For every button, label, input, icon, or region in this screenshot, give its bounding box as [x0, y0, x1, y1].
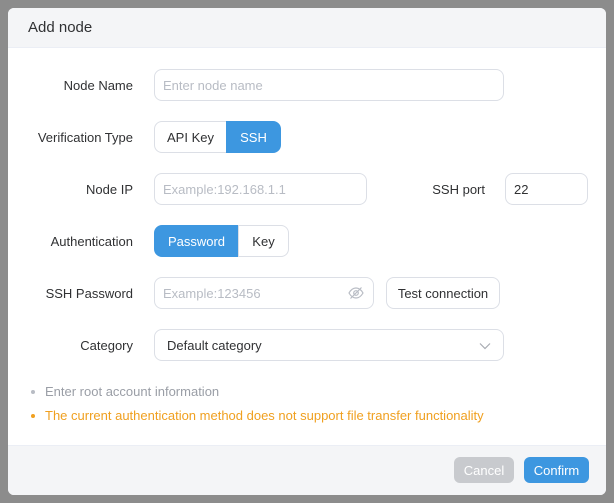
chevron-down-icon [479, 338, 491, 353]
category-select-value: Default category [167, 337, 262, 353]
dialog-title: Add node [28, 19, 93, 36]
add-node-dialog: Add node Node Name Verification Type API… [8, 8, 606, 495]
auth-password-option[interactable]: Password [154, 225, 239, 257]
test-connection-button[interactable]: Test connection [386, 277, 500, 309]
tip-item: Enter root account information [31, 384, 219, 399]
verification-type-label: Verification Type [37, 130, 133, 145]
verification-ssh-option[interactable]: SSH [226, 121, 281, 153]
node-name-input[interactable] [154, 69, 504, 101]
tip-text: Enter root account information [45, 384, 220, 399]
warning-tip-text: The current authentication method does n… [45, 408, 484, 423]
ssh-password-input[interactable] [154, 277, 374, 309]
ssh-port-label: SSH port [432, 182, 485, 197]
node-ip-input[interactable] [154, 173, 367, 205]
dialog-header: Add node [8, 8, 606, 48]
category-label: Category [80, 338, 133, 353]
category-select[interactable]: Default category [154, 329, 504, 361]
eye-off-icon[interactable] [348, 286, 364, 303]
ssh-password-label: SSH Password [45, 286, 133, 301]
authentication-label: Authentication [50, 234, 133, 249]
node-ip-label: Node IP [86, 182, 133, 197]
bullet-dot [31, 413, 35, 418]
bullet-dot [31, 389, 35, 394]
warning-tip-item: The current authentication method does n… [31, 408, 484, 423]
cancel-button[interactable]: Cancel [454, 457, 514, 483]
verification-api-key-option[interactable]: API Key [154, 121, 227, 153]
dialog-footer [8, 445, 606, 495]
confirm-button[interactable]: Confirm [524, 457, 589, 483]
ssh-port-input[interactable] [505, 173, 588, 205]
auth-key-option[interactable]: Key [238, 225, 289, 257]
node-name-label: Node Name [63, 78, 133, 93]
